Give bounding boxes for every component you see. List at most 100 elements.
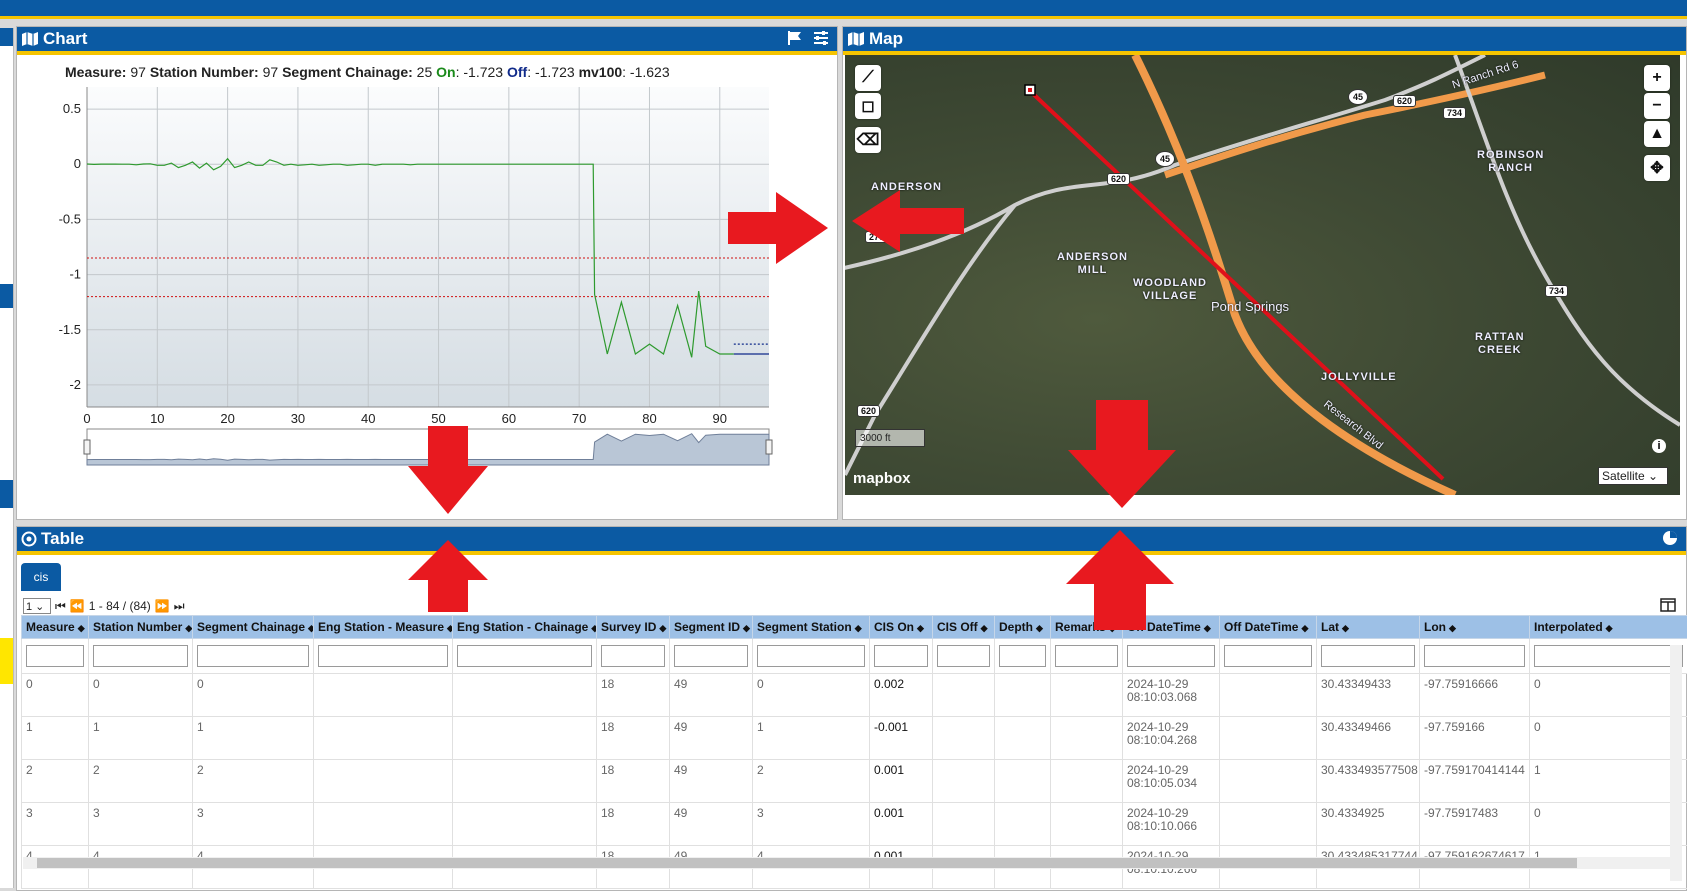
column-header[interactable]: Survey ID ◆	[596, 615, 670, 639]
sort-icon[interactable]: ◆	[591, 623, 595, 633]
table-cell: 0	[1529, 673, 1687, 717]
sort-icon[interactable]: ◆	[1449, 623, 1456, 633]
map-layer-select[interactable]: Satellite ⌄	[1598, 467, 1668, 485]
column-header[interactable]: Measure ◆	[21, 615, 89, 639]
map-scale-bar: 3000 ft	[855, 429, 925, 447]
eraser-icon[interactable]: ⌫	[855, 127, 881, 153]
column-filter-input[interactable]	[999, 645, 1046, 667]
x-tick-label: 0	[83, 411, 90, 426]
column-header-label: Depth	[999, 620, 1033, 634]
table-row[interactable]: 0 0 0 18 49 0 0.002 2024-10-29 08:10:03.068 30.4…	[21, 673, 1687, 717]
left-side-panel[interactable]	[0, 28, 14, 888]
column-filter-input[interactable]	[93, 645, 188, 667]
navigator-right-handle[interactable]	[765, 439, 773, 455]
column-header[interactable]: Segment Station ◆	[752, 615, 870, 639]
column-filter-input[interactable]	[1321, 645, 1415, 667]
sort-icon[interactable]: ◆	[743, 623, 750, 633]
sort-icon[interactable]: ◆	[1301, 623, 1308, 633]
sort-icon[interactable]: ◆	[1606, 623, 1613, 633]
sort-icon[interactable]: ◆	[1204, 623, 1211, 633]
sort-icon[interactable]: ◆	[917, 623, 924, 633]
column-header-label: Off DateTime	[1224, 620, 1299, 634]
page-size-select[interactable]: 1 ⌄	[23, 598, 51, 614]
column-filter-input[interactable]	[937, 645, 990, 667]
table-cell: 3	[752, 802, 870, 846]
tab-cis[interactable]: cis	[21, 563, 61, 591]
column-filter-input[interactable]	[674, 645, 748, 667]
column-filter-input[interactable]	[457, 645, 592, 667]
table-cell: 1	[21, 716, 89, 760]
column-header[interactable]: Interpolated ◆	[1529, 615, 1687, 639]
column-header[interactable]: Station Number ◆	[88, 615, 193, 639]
table-row[interactable]: 2 2 2 18 49 2 0.001 2024-10-29 08:10:05.034 30.4…	[21, 759, 1687, 803]
horizontal-scrollbar[interactable]	[23, 857, 1681, 869]
column-header[interactable]: Lat ◆	[1316, 615, 1420, 639]
column-filter-input[interactable]	[757, 645, 865, 667]
pie-chart-icon[interactable]	[1662, 530, 1678, 546]
column-filter-input[interactable]	[1055, 645, 1118, 667]
table-row[interactable]: 3 3 3 18 49 3 0.001 2024-10-29 08:10:10.066 30.4…	[21, 802, 1687, 846]
info-icon[interactable]: i	[1652, 439, 1666, 453]
sort-icon[interactable]: ◆	[1342, 623, 1349, 633]
sort-icon[interactable]: ◆	[78, 623, 85, 633]
satellite-map[interactable]: ⟋ ◻ ⌫ + − ▲ ✥ ANDERSON ANDERSON MILL WOO…	[845, 55, 1680, 495]
column-toggle-icon[interactable]	[1660, 598, 1676, 612]
table-cell	[1050, 802, 1123, 846]
prev-page-icon[interactable]: ⏪	[70, 599, 85, 613]
column-header[interactable]: CIS Off ◆	[932, 615, 995, 639]
compass-icon[interactable]: ▲	[1644, 121, 1670, 147]
column-header[interactable]: Off DateTime ◆	[1219, 615, 1317, 639]
table-cell: 3	[88, 802, 193, 846]
table-cell	[932, 802, 995, 846]
column-header[interactable]: Segment Chainage◆	[192, 615, 314, 639]
sort-icon[interactable]: ◆	[308, 623, 312, 633]
vertical-scrollbar[interactable]	[1670, 645, 1682, 881]
column-filter-input[interactable]	[601, 645, 665, 667]
filter-cell	[1050, 638, 1123, 674]
table-cell	[313, 759, 453, 803]
column-header[interactable]: Segment ID ◆	[669, 615, 753, 639]
column-header[interactable]: CIS On ◆	[869, 615, 933, 639]
sort-icon[interactable]: ◆	[185, 623, 191, 633]
zoom-in-button[interactable]: +	[1644, 65, 1670, 91]
search-icon[interactable]	[0, 284, 13, 308]
first-page-icon[interactable]: ⏮	[55, 599, 66, 614]
column-filter-input[interactable]	[1224, 645, 1312, 667]
next-page-icon[interactable]: ⏩	[155, 599, 170, 613]
off-label: Off	[506, 64, 528, 80]
flag-icon[interactable]	[787, 30, 803, 46]
last-page-icon[interactable]: ⏭	[174, 599, 185, 614]
column-header[interactable]: Lon ◆	[1419, 615, 1530, 639]
column-header[interactable]: Eng Station - Chainage◆	[452, 615, 597, 639]
sort-icon[interactable]: ◆	[447, 623, 451, 633]
navigator-left-handle[interactable]	[83, 439, 91, 455]
annotation-arrow-left	[852, 190, 964, 252]
sort-icon[interactable]: ◆	[659, 623, 666, 633]
sliders-icon[interactable]	[813, 30, 829, 46]
zoom-out-button[interactable]: −	[1644, 93, 1670, 119]
annotation-arrow-right	[728, 192, 828, 264]
column-header-label: Lon	[1424, 620, 1446, 634]
table-cell: -97.75917483	[1419, 802, 1530, 846]
draw-polygon-tool[interactable]: ◻	[855, 93, 881, 119]
sort-icon[interactable]: ◆	[1036, 623, 1043, 633]
sort-icon[interactable]: ◆	[855, 623, 862, 633]
column-filter-input[interactable]	[318, 645, 448, 667]
column-header-label: Measure	[26, 620, 75, 634]
column-header[interactable]: Eng Station - Measure◆	[313, 615, 453, 639]
sort-icon[interactable]: ◆	[981, 623, 988, 633]
column-filter-input[interactable]	[1127, 645, 1215, 667]
column-filter-input[interactable]	[26, 645, 84, 667]
column-filter-input[interactable]	[874, 645, 928, 667]
column-filter-input[interactable]	[197, 645, 309, 667]
draw-line-tool[interactable]: ⟋	[855, 65, 881, 91]
column-header[interactable]: Depth ◆	[994, 615, 1051, 639]
side-panel-tab[interactable]	[0, 480, 13, 508]
pan-move-icon[interactable]: ✥	[1644, 155, 1670, 181]
table-row[interactable]: 1 1 1 18 49 1 -0.001 2024-10-29 08:10:04.268 30.…	[21, 716, 1687, 760]
filter-cell	[1219, 638, 1317, 674]
segment-chainage-value: 25	[416, 64, 433, 80]
column-filter-input[interactable]	[1424, 645, 1525, 667]
column-filter-input[interactable]	[1534, 645, 1683, 667]
horizontal-scroll-thumb[interactable]	[37, 858, 1577, 868]
